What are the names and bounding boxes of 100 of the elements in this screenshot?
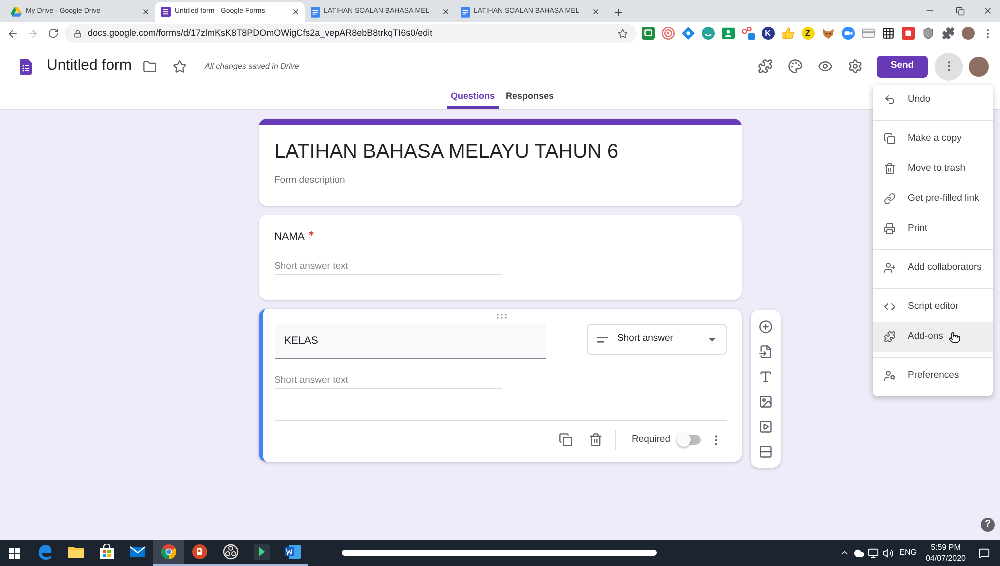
bookmark-star-icon[interactable] [618, 28, 628, 38]
menu-item[interactable]: Print [873, 214, 993, 244]
address-bar[interactable]: docs.google.com/forms/d/17zlmKsK8T8PDOmOWigCfs2a_vepAR8ebB8trkqTI6s0/edit [65, 24, 637, 43]
close-icon[interactable] [442, 8, 450, 16]
settings-icon [848, 59, 862, 74]
share-icon[interactable] [742, 27, 754, 40]
folder-icon [143, 60, 158, 74]
copy-icon [558, 433, 573, 447]
app-tile-icon[interactable] [902, 27, 914, 40]
form-document-icon [161, 7, 171, 17]
puzzle-icon [758, 59, 772, 74]
reload-icon [48, 28, 58, 39]
lock-icon [74, 30, 82, 38]
video-camera-icon[interactable] [842, 27, 854, 40]
fox-icon[interactable] [822, 27, 834, 40]
required-toggle[interactable] [676, 433, 700, 447]
menu-item[interactable]: Get pre-filled link [873, 184, 993, 214]
caret-icon [708, 338, 716, 342]
required-label: Required [632, 432, 670, 447]
diamond-icon[interactable] [682, 27, 694, 40]
view-tab[interactable]: Responses [502, 88, 558, 109]
grid-icon[interactable] [882, 27, 894, 40]
drag-handle-icon[interactable] [497, 314, 507, 319]
question-title-field[interactable]: KELAS [274, 324, 546, 359]
menu-item[interactable]: Make a copy [873, 124, 993, 154]
hand-cursor-icon [949, 332, 961, 344]
plus-circle-icon [758, 320, 772, 334]
cloud-icon[interactable] [854, 548, 865, 558]
trash-icon [884, 163, 896, 175]
palette-icon [788, 59, 802, 74]
puzzle-icon[interactable] [942, 27, 954, 40]
profile-avatar[interactable] [962, 27, 974, 40]
printer-icon [884, 223, 896, 235]
notifications-icon[interactable] [979, 548, 990, 558]
menu-item[interactable]: Script editor [873, 292, 993, 322]
image-icon [758, 394, 772, 408]
screen-extension-icon[interactable] [642, 27, 654, 40]
chat-bubble-icon[interactable] [702, 27, 714, 40]
folder-icon[interactable] [68, 544, 84, 560]
puzzle-icon [884, 331, 896, 343]
network-icon[interactable] [868, 548, 879, 558]
code-brackets-icon [884, 301, 896, 313]
section-rows-icon [758, 444, 772, 458]
undo-icon [884, 94, 896, 106]
language-indicator[interactable]: ENG [900, 547, 917, 559]
question-type-dropdown[interactable]: Short answer [586, 324, 726, 355]
star-icon [173, 60, 188, 74]
board-icon[interactable] [722, 27, 734, 40]
shopping-bag-icon[interactable] [98, 544, 114, 560]
close-icon[interactable] [292, 8, 300, 16]
envelope-icon[interactable] [130, 544, 146, 560]
circle-logo-icon[interactable] [160, 544, 176, 560]
help-button[interactable]: ? [981, 518, 995, 532]
menu-item[interactable]: Move to trash [873, 154, 993, 184]
form-description-field[interactable]: Form description [274, 174, 726, 188]
card-icon[interactable] [862, 27, 874, 40]
aperture-icon[interactable] [222, 544, 238, 560]
document-icon [461, 6, 470, 18]
back-arrow-icon [7, 28, 19, 40]
menu-item[interactable]: Undo [873, 85, 993, 115]
extension-button[interactable]: K [762, 27, 774, 40]
forward-arrow-icon [27, 28, 39, 40]
browser-swirl-icon[interactable] [36, 544, 52, 560]
text-size-icon [758, 370, 772, 384]
thumbs-up-icon[interactable] [782, 27, 794, 40]
form-logo-icon[interactable] [20, 58, 32, 74]
presentation-app-icon[interactable] [192, 544, 208, 560]
form-name[interactable]: Untitled form [47, 55, 132, 78]
answer-field[interactable]: Short answer text [274, 258, 502, 275]
close-icon[interactable] [592, 8, 600, 16]
restore-icon [956, 6, 964, 16]
shield-icon[interactable] [922, 27, 934, 40]
answer-field[interactable]: Short answer text [274, 372, 502, 389]
person-settings-icon [884, 370, 896, 382]
send-button[interactable]: Send [877, 56, 928, 78]
trash-icon [588, 433, 603, 447]
file-import-icon [758, 344, 772, 358]
clock[interactable]: 5:59 PM 04/07/2020 [926, 542, 966, 564]
link-icon [884, 193, 896, 205]
menu-item[interactable]: Add-ons [873, 322, 993, 352]
add-person-icon [884, 262, 896, 274]
plus-icon [612, 6, 624, 18]
menu-item[interactable]: Preferences [873, 361, 993, 391]
form-title[interactable]: LATIHAN BAHASA MELAYU TAHUN 6 [274, 138, 726, 166]
arrow-tile-icon[interactable] [254, 544, 270, 560]
close-icon[interactable] [142, 8, 150, 16]
extension-button[interactable]: Z [802, 27, 814, 40]
eye-icon [818, 59, 832, 74]
menu-item[interactable]: Add collaborators [873, 253, 993, 283]
account-avatar[interactable] [969, 56, 989, 76]
save-status: All changes saved in Drive [205, 60, 300, 72]
target-icon[interactable] [662, 27, 674, 40]
question-title: NAMA [274, 230, 305, 244]
copy-icon [884, 133, 896, 145]
close-icon [982, 6, 992, 16]
url-text: docs.google.com/forms/d/17zlmKsK8T8PDOmOWigCfs2a_vepAR8ebB8trkqTI6s0/edit [88, 26, 433, 40]
windows-logo-icon [8, 548, 20, 558]
document-app-icon[interactable] [284, 544, 300, 560]
triangle-logo-icon [11, 7, 22, 17]
speaker-icon[interactable] [882, 548, 894, 558]
